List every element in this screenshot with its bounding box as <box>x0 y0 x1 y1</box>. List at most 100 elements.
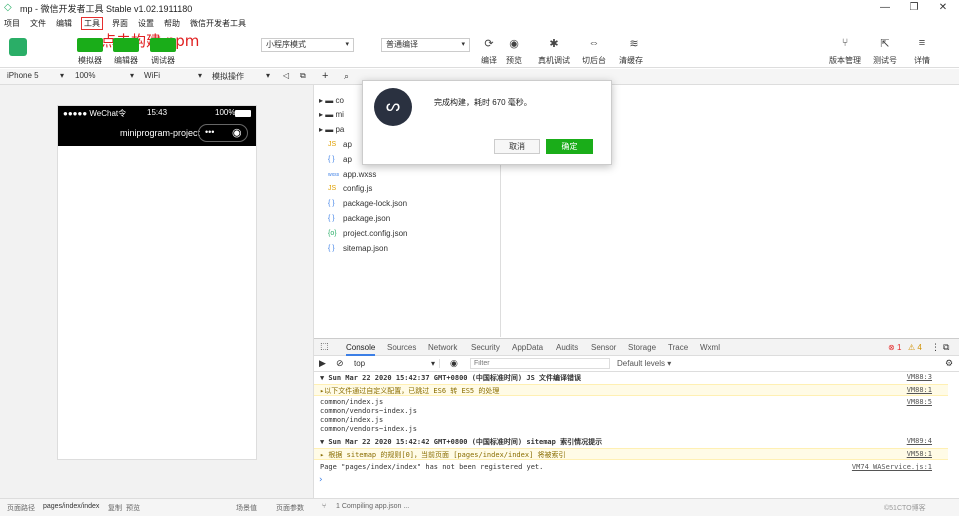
toolbar: 点击构建 npm 模拟器 编辑器 调试器 小程序模式 ▾ 普通编译 ▾ ⟳ 编译… <box>0 30 959 68</box>
scene-button[interactable]: 场景值 <box>236 503 257 513</box>
tree-file[interactable]: JS ap <box>328 140 352 149</box>
minimize-button[interactable]: — <box>872 0 898 16</box>
operation-select[interactable]: 模拟操作 <box>212 71 244 82</box>
tree-file[interactable]: { } package-lock.json <box>328 199 407 208</box>
console-line[interactable]: ▼ Sun Mar 22 2020 15:42:37 GMT+0800 (中国标… <box>320 373 581 383</box>
menu-project[interactable]: 项目 <box>3 18 21 29</box>
console-toolbar: ▶ ⊘ top▾ ◉ Default levels ▾ ⚙ <box>314 356 959 372</box>
source-link[interactable]: VM88:1 <box>907 386 932 394</box>
tree-folder[interactable]: ▸ ▬ mi <box>319 110 344 119</box>
tab-storage[interactable]: Storage <box>628 343 656 352</box>
refresh-icon[interactable]: ⟳ <box>479 37 499 50</box>
source-link[interactable]: VM89:4 <box>907 437 932 445</box>
title-bar: ◇ mp - 微信开发者工具 Stable v1.02.1911180 — ❐ … <box>0 0 959 16</box>
mode-select[interactable]: 小程序模式 ▾ <box>261 38 354 52</box>
tab-console[interactable]: Console <box>346 343 376 356</box>
share-icon[interactable]: ⇱ <box>875 37 895 50</box>
preview-link[interactable]: 预览 <box>126 503 140 513</box>
switch-icon[interactable]: ⇔ <box>584 37 604 49</box>
menu-interface[interactable]: 界面 <box>111 18 129 29</box>
tab-network[interactable]: Network <box>428 343 457 352</box>
tree-folder[interactable]: ▸ ▬ co <box>319 96 344 105</box>
console-line[interactable]: ▸以下文件通过自定义配置，已跳过 ES6 转 ES5 的处理 <box>320 386 499 396</box>
phone-screen[interactable]: ●●●●● WeChat令 15:43 100% miniprogram-pro… <box>57 105 257 460</box>
more-icon[interactable]: ••• <box>205 127 214 137</box>
dialog-message: 完成构建，耗时 670 毫秒。 <box>434 98 532 107</box>
levels-select[interactable]: Default levels ▾ <box>617 359 671 368</box>
console-line: Page "pages/index/index" has not been re… <box>320 463 544 471</box>
devtools-tabs: ⬚ Console Sources Network Security AppDa… <box>314 338 959 356</box>
compile-select[interactable]: 普通编译 ▾ <box>381 38 470 52</box>
tab-sensor[interactable]: Sensor <box>591 343 616 352</box>
phone-status-bar: ●●●●● WeChat令 15:43 100% <box>58 106 256 120</box>
copy-link[interactable]: 复制 <box>108 503 122 513</box>
tree-folder[interactable]: ▸ ▬ pa <box>319 125 344 134</box>
simulator-button[interactable] <box>77 38 103 52</box>
context-select[interactable]: top ▾ <box>354 359 440 368</box>
tab-appdata[interactable]: AppData <box>512 343 543 352</box>
params-button[interactable]: 页面参数 <box>276 503 304 513</box>
speaker-icon[interactable]: ◁ <box>283 71 289 80</box>
editor-button[interactable] <box>113 38 139 52</box>
tree-file[interactable]: { } package.json <box>328 214 390 223</box>
console-prompt-icon[interactable]: › <box>318 475 323 485</box>
filter-input[interactable] <box>470 358 610 369</box>
popout-icon[interactable]: ⧉ <box>300 71 306 81</box>
add-icon[interactable]: + <box>322 70 328 82</box>
capsule-button[interactable]: ••• ◉ <box>198 124 248 142</box>
clear-console-icon[interactable]: ⊘ <box>336 358 344 369</box>
close-button[interactable]: ✕ <box>930 0 956 16</box>
search-icon[interactable]: ⌕ <box>344 71 349 82</box>
inspect-icon[interactable]: ⬚ <box>320 341 329 352</box>
close-circle-icon[interactable]: ◉ <box>232 126 242 139</box>
simulator-label: 模拟器 <box>78 56 102 65</box>
console-line[interactable]: ▸ 根据 sitemap 的规则[0]，当前页面 [pages/index/in… <box>320 450 566 460</box>
details-label: 详情 <box>914 56 930 65</box>
ok-button[interactable]: 确定 <box>546 139 593 154</box>
sidebar-toggle-icon[interactable]: ▶ <box>319 358 326 369</box>
menu-file[interactable]: 文件 <box>29 18 47 29</box>
source-link[interactable]: VM74 WAService.js:1 <box>852 463 932 471</box>
menu-settings[interactable]: 设置 <box>137 18 155 29</box>
menu-edit[interactable]: 编辑 <box>55 18 73 29</box>
time-text: 15:43 <box>147 108 168 117</box>
tree-file[interactable]: {o} project.config.json <box>328 229 407 238</box>
menu-icon[interactable]: ≡ <box>912 37 932 49</box>
eye-icon[interactable]: ◉ <box>450 358 458 369</box>
popout-icon[interactable]: ⧉ <box>943 342 949 353</box>
bug-icon[interactable]: ✱ <box>544 37 564 50</box>
branch-icon[interactable]: ⑂ <box>835 37 855 49</box>
tab-wxml[interactable]: Wxml <box>700 343 720 352</box>
maximize-button[interactable]: ❐ <box>901 0 927 16</box>
clear-cache-label: 清缓存 <box>619 56 643 65</box>
eye-icon[interactable]: ◉ <box>504 37 524 50</box>
menu-help[interactable]: 帮助 <box>163 18 181 29</box>
console-line[interactable]: ▼ Sun Mar 22 2020 15:42:42 GMT+0800 (中国标… <box>320 437 602 447</box>
menu-devtools[interactable]: 微信开发者工具 <box>189 18 247 29</box>
console-line: common/vendors~index.js <box>320 425 417 433</box>
more-vert-icon[interactable]: ⋮ <box>931 342 940 353</box>
layers-icon[interactable]: ≋ <box>624 37 644 50</box>
real-debug-label: 真机调试 <box>538 56 570 65</box>
gear-icon[interactable]: ⚙ <box>945 358 953 369</box>
tree-file[interactable]: JS config.js <box>328 184 372 193</box>
cancel-button[interactable]: 取消 <box>494 139 540 154</box>
tree-file[interactable]: { } sitemap.json <box>328 244 388 253</box>
chevron-down-icon: ▾ <box>130 71 135 80</box>
source-link[interactable]: VM58:1 <box>907 450 932 458</box>
network-select[interactable]: WiFi <box>144 71 160 80</box>
compile-status: 1 Compiling app.json ... <box>336 503 410 510</box>
source-link[interactable]: VM88:5 <box>907 398 932 406</box>
tree-file[interactable]: { } ap <box>328 155 352 164</box>
zoom-select[interactable]: 100% <box>75 71 95 80</box>
menu-tools[interactable]: 工具 <box>81 16 103 30</box>
tree-file[interactable]: wxss app.wxss <box>328 170 376 179</box>
tab-sources[interactable]: Sources <box>387 343 416 352</box>
tab-trace[interactable]: Trace <box>668 343 688 352</box>
debugger-button[interactable] <box>150 38 176 52</box>
device-select[interactable]: iPhone 5 <box>7 71 39 80</box>
tab-security[interactable]: Security <box>471 343 500 352</box>
source-link[interactable]: VM88:3 <box>907 373 932 381</box>
tab-audits[interactable]: Audits <box>556 343 578 352</box>
avatar[interactable] <box>9 38 27 56</box>
